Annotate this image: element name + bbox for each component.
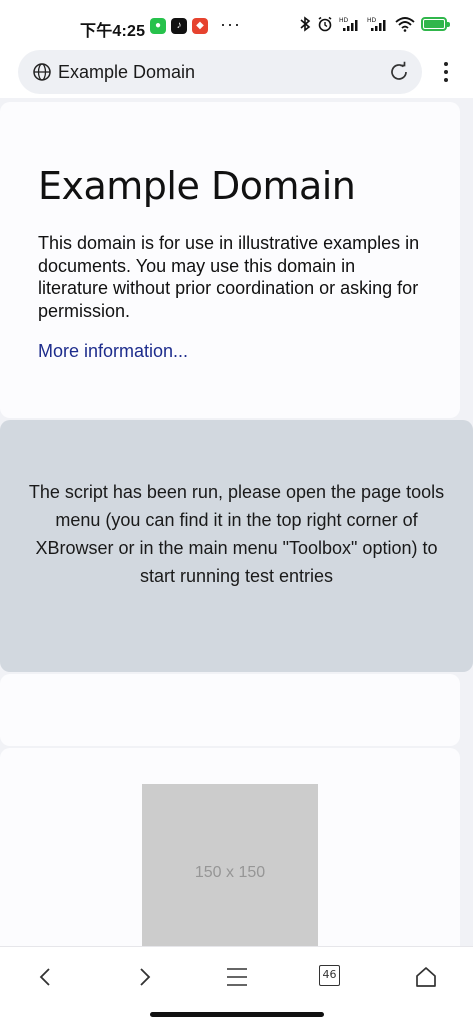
status-icons: HD HD xyxy=(299,16,450,32)
tiktok-notification-icon: ♪ xyxy=(171,18,187,34)
script-notice-text: The script has been run, please open the… xyxy=(28,482,445,586)
signal-hd-1-icon: HD xyxy=(339,17,358,31)
globe-icon xyxy=(33,63,51,81)
address-bar-title: Example Domain xyxy=(58,62,196,82)
home-indicator[interactable] xyxy=(150,1012,324,1017)
tabs-button[interactable]: 46 xyxy=(319,965,343,989)
alarm-icon xyxy=(318,16,332,32)
image-card: 150 x 150 xyxy=(0,748,460,968)
bluetooth-icon xyxy=(300,16,311,32)
more-menu-icon[interactable] xyxy=(440,62,452,84)
status-bar: 下午4:25 ● ♪ ◆ ··· HD HD xyxy=(0,0,473,48)
placeholder-image: 150 x 150 xyxy=(142,784,318,954)
more-notifications-indicator: ··· xyxy=(220,14,241,34)
address-bar[interactable]: Example Domain xyxy=(18,50,422,94)
battery-level xyxy=(424,20,444,28)
forward-icon[interactable] xyxy=(132,965,156,989)
script-notice-card: The script has been run, please open the… xyxy=(0,420,473,672)
home-icon[interactable] xyxy=(414,965,438,989)
battery-icon xyxy=(421,17,450,31)
more-information-link[interactable]: More information... xyxy=(38,341,188,362)
page-title: Example Domain xyxy=(38,164,356,208)
svg-text:HD: HD xyxy=(339,17,349,24)
reload-icon[interactable] xyxy=(388,61,410,83)
browser-toolbar: Example Domain xyxy=(0,48,473,98)
hamburger-menu-icon[interactable] xyxy=(225,965,249,989)
status-time: 下午4:25 xyxy=(80,23,146,40)
example-domain-card: Example Domain This domain is for use in… xyxy=(0,102,460,418)
signal-hd-2-icon: HD xyxy=(367,17,386,31)
tab-count: 46 xyxy=(319,965,340,986)
empty-card xyxy=(0,674,460,746)
svg-text:HD: HD xyxy=(367,17,377,24)
wechat-notification-icon: ● xyxy=(150,18,166,34)
page-description: This domain is for use in illustrative e… xyxy=(38,233,420,321)
wifi-icon xyxy=(395,17,415,32)
bottom-navigation: 46 xyxy=(0,946,473,1006)
placeholder-image-label: 150 x 150 xyxy=(194,864,266,881)
app-notification-icon: ◆ xyxy=(192,18,208,34)
back-icon[interactable] xyxy=(34,965,58,989)
